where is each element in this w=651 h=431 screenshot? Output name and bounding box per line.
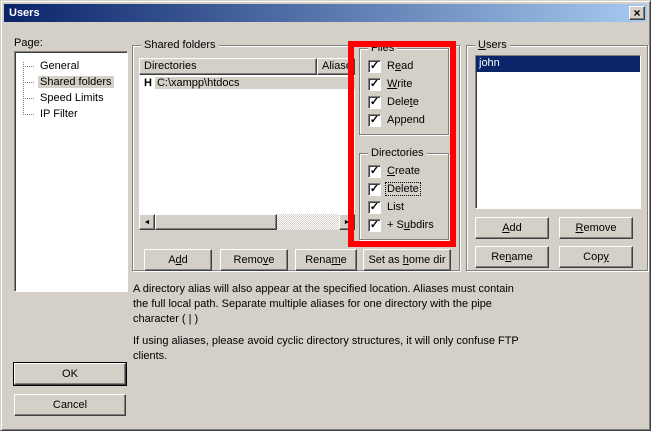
column-header-directories[interactable]: Directories — [139, 58, 317, 75]
user-rename-button[interactable]: Rename — [475, 246, 549, 268]
check-icon: ✓ — [370, 97, 379, 108]
tree-item-general[interactable]: General — [15, 58, 81, 74]
alias-help-text: A directory alias will also appear at th… — [133, 282, 529, 364]
close-button[interactable]: × — [629, 6, 645, 20]
tree-item-speed-limits[interactable]: Speed Limits — [15, 90, 106, 106]
scrollbar-thumb[interactable] — [155, 214, 277, 230]
checkbox-box[interactable]: ✓ — [368, 165, 381, 178]
files-legend: Files — [368, 42, 397, 54]
shared-folders-legend: Shared folders — [141, 39, 219, 51]
tree-item-label: Speed Limits — [38, 92, 106, 104]
alias-note-2: If using aliases, please avoid cyclic di… — [133, 334, 529, 364]
set-as-home-dir-button[interactable]: Set as home dir — [363, 249, 451, 271]
checkbox-box[interactable]: ✓ — [368, 183, 381, 196]
checkbox-dirs-delete[interactable]: ✓ Delete — [368, 182, 420, 196]
column-header-aliases[interactable]: Aliases — [317, 58, 355, 75]
directories-group: Directories ✓ Create ✓ Delete ✓ List ✓ +… — [359, 153, 449, 240]
tree-item-shared-folders[interactable]: Shared folders — [15, 74, 114, 90]
check-icon: ✓ — [370, 61, 379, 72]
checkbox-files-append[interactable]: ✓ Append — [368, 113, 426, 127]
check-icon: ✓ — [370, 202, 379, 213]
home-dir-marker: H — [139, 77, 155, 89]
ok-button[interactable]: OK — [14, 363, 126, 385]
folder-remove-button[interactable]: Remove — [220, 249, 288, 271]
checkbox-files-write[interactable]: ✓ Write — [368, 77, 413, 91]
user-list-item[interactable]: john — [476, 56, 640, 72]
check-icon: ✓ — [370, 220, 379, 231]
user-add-button[interactable]: Add — [475, 217, 549, 239]
users-legend: Users — [475, 39, 510, 51]
user-copy-button[interactable]: Copy — [559, 246, 633, 268]
scrollbar-track[interactable] — [277, 214, 339, 230]
directory-path: C:\xampp\htdocs — [155, 77, 355, 89]
scroll-left-button[interactable]: ◄ — [139, 214, 155, 230]
folder-add-button[interactable]: Add — [144, 249, 212, 271]
check-icon: ✓ — [370, 166, 379, 177]
scroll-left-icon: ◄ — [144, 219, 151, 226]
checkbox-box[interactable]: ✓ — [368, 60, 381, 73]
checkbox-files-read[interactable]: ✓ Read — [368, 59, 414, 73]
scroll-right-icon: ► — [344, 219, 351, 226]
list-header: Directories Aliases — [139, 58, 355, 75]
users-dialog: Users × Page: General Shared folders Spe… — [0, 0, 651, 431]
close-icon: × — [633, 8, 640, 18]
checkbox-dirs-create[interactable]: ✓ Create — [368, 164, 421, 178]
scroll-right-button[interactable]: ► — [339, 214, 355, 230]
check-icon: ✓ — [370, 184, 379, 195]
horizontal-scrollbar[interactable]: ◄ ► — [139, 214, 355, 230]
checkbox-files-delete[interactable]: ✓ Delete — [368, 95, 420, 109]
checkbox-box[interactable]: ✓ — [368, 201, 381, 214]
checkbox-box[interactable]: ✓ — [368, 78, 381, 91]
shared-folders-list[interactable]: Directories Aliases H C:\xampp\htdocs ◄ … — [139, 58, 355, 230]
tree-item-label: General — [38, 60, 81, 72]
alias-note-1: A directory alias will also appear at th… — [133, 282, 529, 327]
page-tree[interactable]: General Shared folders Speed Limits IP F… — [14, 51, 128, 292]
users-group: Users john Add Remove Rename Copy — [466, 45, 648, 271]
check-icon: ✓ — [370, 79, 379, 90]
folder-rename-button[interactable]: Rename — [295, 249, 357, 271]
title-bar[interactable]: Users × — [4, 4, 647, 22]
window-title: Users — [9, 7, 40, 19]
tree-item-label: IP Filter — [38, 108, 80, 120]
checkbox-box[interactable]: ✓ — [368, 96, 381, 109]
checkbox-box[interactable]: ✓ — [368, 219, 381, 232]
checkbox-dirs-list[interactable]: ✓ List — [368, 200, 405, 214]
checkbox-box[interactable]: ✓ — [368, 114, 381, 127]
files-group: Files ✓ Read ✓ Write ✓ Delete ✓ Append — [359, 48, 449, 135]
tree-item-label: Shared folders — [38, 76, 114, 88]
check-icon: ✓ — [370, 115, 379, 126]
checkbox-dirs-subdirs[interactable]: ✓ + Subdirs — [368, 218, 435, 232]
page-label: Page: — [14, 37, 43, 49]
directories-legend: Directories — [368, 147, 427, 159]
user-remove-button[interactable]: Remove — [559, 217, 633, 239]
directory-row[interactable]: H C:\xampp\htdocs — [139, 75, 355, 90]
users-list[interactable]: john — [475, 55, 641, 209]
tree-item-ip-filter[interactable]: IP Filter — [15, 106, 80, 122]
cancel-button[interactable]: Cancel — [14, 394, 126, 416]
